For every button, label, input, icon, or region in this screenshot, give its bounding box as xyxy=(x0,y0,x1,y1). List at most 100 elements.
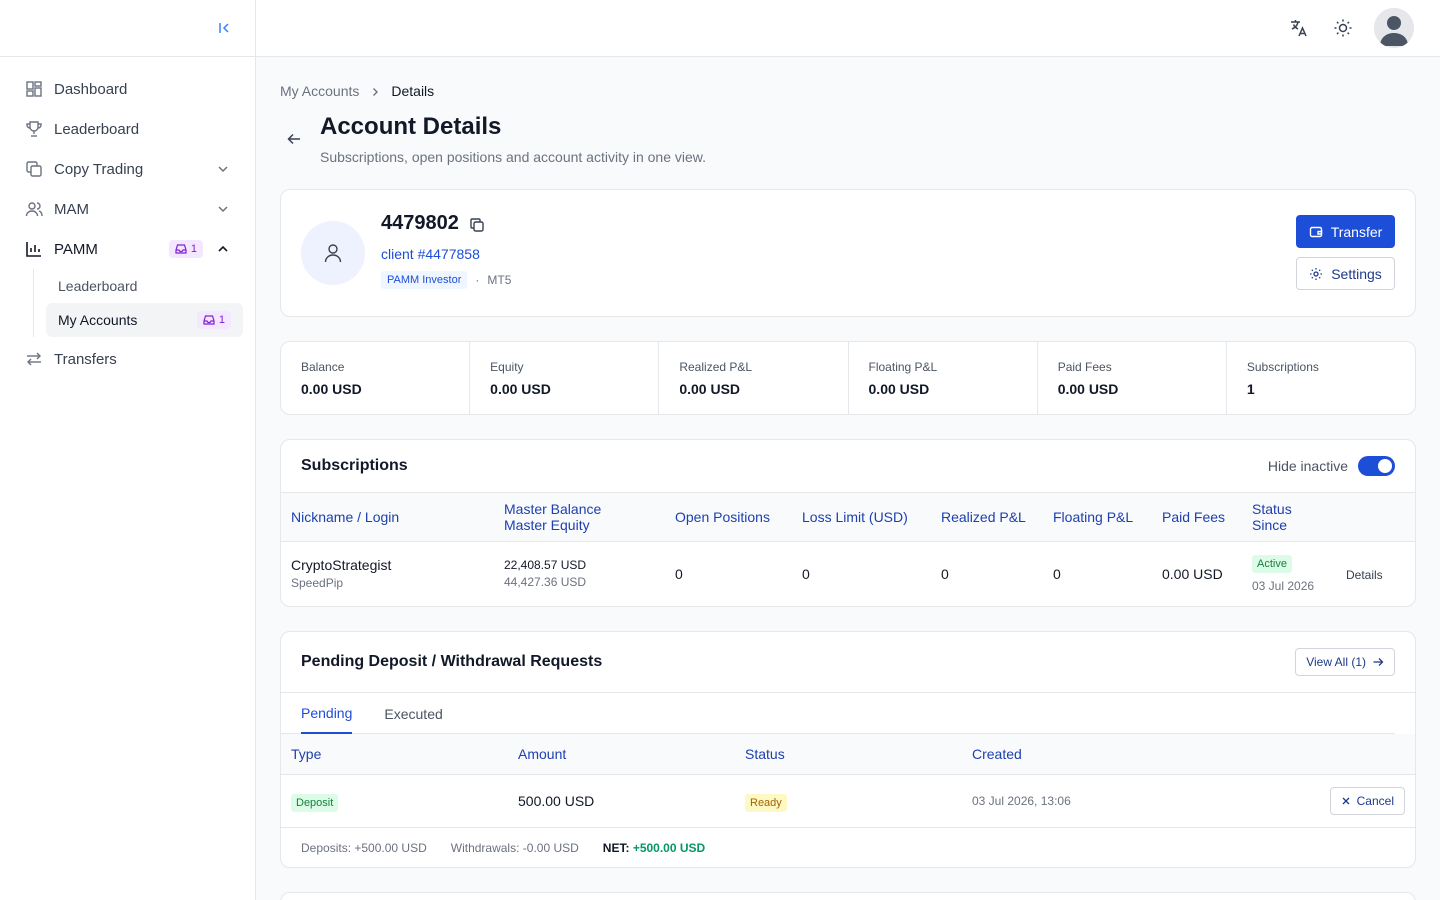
table-row: Deposit 500.00 USD Ready 03 Jul 2026, 13… xyxy=(281,774,1415,828)
pending-requests-card: Pending Deposit / Withdrawal Requests Vi… xyxy=(280,631,1416,868)
sidebar-item-label: Copy Trading xyxy=(54,160,144,178)
hide-inactive-toggle[interactable] xyxy=(1358,456,1395,476)
view-all-label: View All (1) xyxy=(1306,655,1366,669)
subscriptions-title: Subscriptions xyxy=(301,457,408,474)
col-nickname[interactable]: Nickname / Login xyxy=(281,493,494,542)
stat-value: 0.00 USD xyxy=(301,381,362,397)
col-since: Since xyxy=(1252,516,1288,533)
next-section-card xyxy=(280,892,1416,900)
col-status[interactable]: Status xyxy=(735,734,962,775)
cell-realized-pnl: 0 xyxy=(941,565,949,582)
tab-pending[interactable]: Pending xyxy=(301,693,353,734)
notification-badge: 1 xyxy=(168,240,203,258)
inbox-icon xyxy=(175,244,187,254)
stat-paid-fees: Paid Fees 0.00 USD xyxy=(1038,342,1227,414)
copy-trading-icon xyxy=(24,159,44,179)
request-tabs: Pending Executed xyxy=(281,693,1395,734)
details-link[interactable]: Details xyxy=(1346,568,1383,582)
sidebar-item-transfers[interactable]: Transfers xyxy=(12,339,243,379)
user-avatar[interactable] xyxy=(1374,8,1414,48)
col-loss-limit[interactable]: Loss Limit (USD) xyxy=(792,493,931,542)
back-arrow-icon[interactable] xyxy=(286,131,302,147)
account-card: 4479802 client #4477858 PAMM Investor · … xyxy=(280,189,1416,317)
col-amount[interactable]: Amount xyxy=(508,734,735,775)
status-badge: Active xyxy=(1252,555,1292,574)
cell-open-positions: 0 xyxy=(675,565,683,582)
breadcrumb-link-my-accounts[interactable]: My Accounts xyxy=(280,83,359,99)
summary-net-label: NET: xyxy=(602,840,630,855)
wallet-icon xyxy=(1309,226,1322,237)
subscription-nickname: CryptoStrategist xyxy=(291,557,392,574)
chevron-down-icon xyxy=(215,161,231,177)
stat-label: Subscriptions xyxy=(1246,360,1319,374)
col-status-since[interactable]: Status Since xyxy=(1242,493,1336,542)
topbar xyxy=(256,0,1440,57)
users-icon xyxy=(24,199,44,219)
transfer-button[interactable]: Transfer xyxy=(1296,215,1395,248)
notification-badge: 1 xyxy=(196,311,231,329)
breadcrumb-current: Details xyxy=(391,83,435,99)
sidebar-subitem-my-accounts[interactable]: My Accounts 1 xyxy=(46,303,243,337)
transfer-button-label: Transfer xyxy=(1330,223,1383,240)
main-content: My Accounts Details Account Details Subs… xyxy=(280,57,1416,900)
tag-separator: · xyxy=(475,273,480,287)
stat-label: Equity xyxy=(490,360,524,374)
col-realized-pnl[interactable]: Realized P&L xyxy=(931,493,1043,542)
client-link[interactable]: client #4477858 xyxy=(381,246,480,262)
copy-icon[interactable] xyxy=(469,216,485,232)
sidebar-item-label: Dashboard xyxy=(54,80,128,98)
stat-label: Paid Fees xyxy=(1057,360,1112,374)
table-header-row: Nickname / Login Master Balance Master E… xyxy=(281,493,1415,542)
transfer-arrows-icon xyxy=(24,349,44,369)
sidebar-item-pamm[interactable]: PAMM 1 xyxy=(12,229,243,269)
translate-icon[interactable] xyxy=(1286,15,1312,41)
type-badge: Deposit xyxy=(291,793,339,812)
sidebar-item-copy-trading[interactable]: Copy Trading xyxy=(12,149,243,189)
account-number-row: 4479802 xyxy=(381,212,485,235)
collapse-sidebar-icon[interactable] xyxy=(215,19,233,37)
col-paid-fees[interactable]: Paid Fees xyxy=(1152,493,1242,542)
col-floating-pnl[interactable]: Floating P&L xyxy=(1043,493,1152,542)
summary-net: NET: +500.00 USD xyxy=(603,841,705,855)
tab-executed[interactable]: Executed xyxy=(384,693,442,734)
since-date: 03 Jul 2026 xyxy=(1252,579,1315,594)
sidebar-subitem-label: Leaderboard xyxy=(58,278,138,294)
cell-type: Deposit xyxy=(281,774,508,828)
account-tags: PAMM Investor · MT5 xyxy=(381,271,511,289)
sidebar-item-label: Leaderboard xyxy=(54,120,140,138)
col-open-positions[interactable]: Open Positions xyxy=(665,493,792,542)
breadcrumb: My Accounts Details xyxy=(280,83,1416,99)
user-icon xyxy=(324,244,342,263)
stat-label: Realized P&L xyxy=(679,360,753,374)
stat-value: 0.00 USD xyxy=(1057,381,1119,397)
requests-summary: Deposits: +500.00 USD Withdrawals: -0.00… xyxy=(281,828,1415,868)
col-created[interactable]: Created xyxy=(962,734,1189,775)
master-balance-value: 22,408.57 USD xyxy=(504,558,587,573)
stat-balance: Balance 0.00 USD xyxy=(281,342,471,414)
cell-status: Ready xyxy=(735,774,962,828)
stat-label: Balance xyxy=(301,360,345,374)
cell-loss-limit: 0 xyxy=(802,565,810,582)
cell-actions: Details xyxy=(1336,541,1415,606)
account-avatar xyxy=(301,221,365,285)
subscriptions-card: Subscriptions Hide inactive Nickname / L… xyxy=(280,439,1416,607)
col-type[interactable]: Type xyxy=(281,734,508,775)
sidebar-nav: Dashboard Leaderboard Copy Trading MAM P… xyxy=(0,57,255,379)
subscription-login: SpeedPip xyxy=(291,576,344,591)
trophy-icon xyxy=(24,119,44,139)
arrow-right-icon xyxy=(1373,658,1384,666)
subscriptions-table: Nickname / Login Master Balance Master E… xyxy=(281,493,1415,606)
theme-toggle-icon[interactable] xyxy=(1330,15,1356,41)
sidebar-header xyxy=(0,0,255,57)
stat-value: 0.00 USD xyxy=(679,381,741,397)
settings-button[interactable]: Settings xyxy=(1296,257,1395,290)
page-subtitle: Subscriptions, open positions and accoun… xyxy=(320,149,707,165)
sidebar-item-dashboard[interactable]: Dashboard xyxy=(12,69,243,109)
sidebar-subitem-leaderboard[interactable]: Leaderboard xyxy=(46,269,243,303)
cancel-button[interactable]: Cancel xyxy=(1329,786,1405,815)
col-master-balance-equity[interactable]: Master Balance Master Equity xyxy=(494,493,665,542)
chevron-up-icon xyxy=(215,241,231,257)
view-all-button[interactable]: View All (1) xyxy=(1295,648,1395,676)
sidebar-item-leaderboard[interactable]: Leaderboard xyxy=(12,109,243,149)
sidebar-item-mam[interactable]: MAM xyxy=(12,189,243,229)
